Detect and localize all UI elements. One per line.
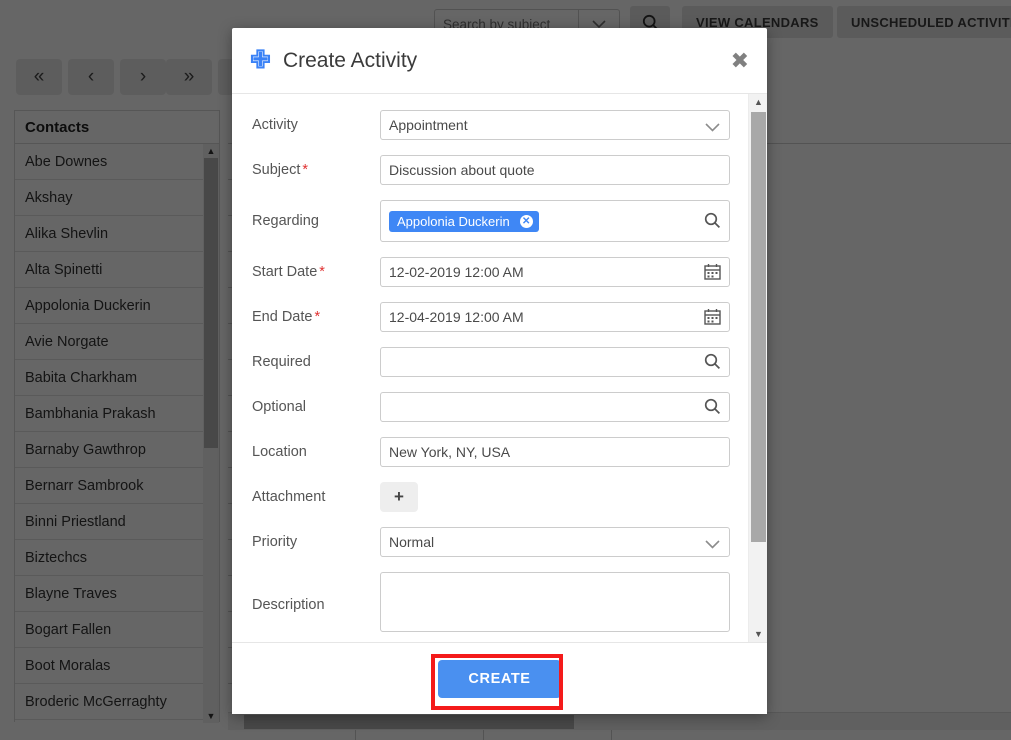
close-icon[interactable]: ✖ <box>731 49 749 72</box>
field-row-required: Required <box>232 347 748 377</box>
end-date-label-text: End Date <box>252 309 313 325</box>
plus-icon: ✙ <box>250 46 271 74</box>
modal-scrollbar[interactable]: ▲ ▼ <box>748 94 767 642</box>
required-label: Required <box>252 354 311 370</box>
subject-label: Subject * <box>252 162 380 178</box>
subject-input[interactable] <box>380 155 730 185</box>
location-input[interactable] <box>380 437 730 467</box>
attachment-label: Attachment <box>252 489 326 505</box>
app-root: VIEW CALENDARS UNSCHEDULED ACTIVITIES « … <box>0 0 1011 740</box>
optional-label: Optional <box>252 399 307 415</box>
search-icon[interactable] <box>704 353 721 375</box>
field-row-start-date: Start Date * <box>232 257 748 287</box>
remove-icon[interactable]: ✕ <box>519 214 533 228</box>
priority-label: Priority <box>252 534 298 550</box>
form-scroll-area: Activity Subject* <box>232 94 748 642</box>
field-row-activity: Activity <box>232 110 748 140</box>
modal-body: Activity Subject* <box>232 94 767 642</box>
field-row-location: Location <box>232 437 748 467</box>
start-date-label: Start Date * <box>252 264 380 280</box>
required-control[interactable] <box>380 347 730 377</box>
field-row-regarding: Regarding Appolonia Duckerin ✕ <box>232 200 748 242</box>
regarding-control[interactable]: Appolonia Duckerin ✕ <box>380 200 730 242</box>
activity-control[interactable] <box>380 110 730 140</box>
add-attachment-button[interactable]: + <box>380 482 418 512</box>
calendar-icon[interactable] <box>704 263 721 285</box>
end-date-control[interactable] <box>380 302 730 332</box>
priority-control[interactable] <box>380 527 730 557</box>
required-marker: * <box>302 162 309 178</box>
modal-footer: CREATE <box>232 642 767 714</box>
create-button[interactable]: CREATE <box>438 659 561 698</box>
location-label: Location <box>252 444 307 460</box>
description-label: Description <box>252 596 325 613</box>
search-icon[interactable] <box>704 398 721 420</box>
start-date-input[interactable] <box>380 257 730 287</box>
end-date-label: End Date * <box>252 309 380 325</box>
location-control[interactable] <box>380 437 730 467</box>
required-marker: * <box>314 309 321 325</box>
regarding-chip[interactable]: Appolonia Duckerin ✕ <box>389 210 539 232</box>
create-activity-modal: ✙ Create Activity ✖ Activity Sub <box>232 28 767 714</box>
required-input[interactable] <box>380 347 730 377</box>
optional-input[interactable] <box>380 392 730 422</box>
required-marker: * <box>319 264 325 280</box>
priority-select[interactable] <box>380 527 730 557</box>
start-date-label-text: Start Date <box>252 264 318 280</box>
scroll-down-arrow-icon[interactable]: ▼ <box>749 626 767 642</box>
optional-control[interactable] <box>380 392 730 422</box>
description-textarea[interactable] <box>380 572 730 632</box>
modal-scroll-thumb[interactable] <box>751 112 766 542</box>
activity-label: Activity <box>252 117 298 133</box>
field-row-optional: Optional <box>232 392 748 422</box>
field-row-attachment: Attachment + <box>232 482 748 512</box>
field-row-end-date: End Date * <box>232 302 748 332</box>
description-control[interactable] <box>380 572 730 637</box>
regarding-chip-label: Appolonia Duckerin <box>397 213 510 229</box>
modal-title: Create Activity <box>282 48 418 72</box>
subject-control[interactable] <box>380 155 730 185</box>
scroll-up-arrow-icon[interactable]: ▲ <box>749 94 767 110</box>
modal-header: ✙ Create Activity ✖ <box>232 28 767 94</box>
calendar-icon[interactable] <box>704 308 721 330</box>
regarding-label: Regarding <box>252 213 319 229</box>
search-icon[interactable] <box>704 212 721 234</box>
field-row-priority: Priority <box>232 527 748 557</box>
attachment-control: + <box>380 482 730 512</box>
activity-select[interactable] <box>380 110 730 140</box>
subject-label-text: Subject <box>252 162 301 178</box>
end-date-input[interactable] <box>380 302 730 332</box>
field-row-subject: Subject * <box>232 155 748 185</box>
field-row-description: Description <box>232 572 748 637</box>
regarding-chip-box[interactable]: Appolonia Duckerin ✕ <box>380 200 730 242</box>
start-date-control[interactable] <box>380 257 730 287</box>
